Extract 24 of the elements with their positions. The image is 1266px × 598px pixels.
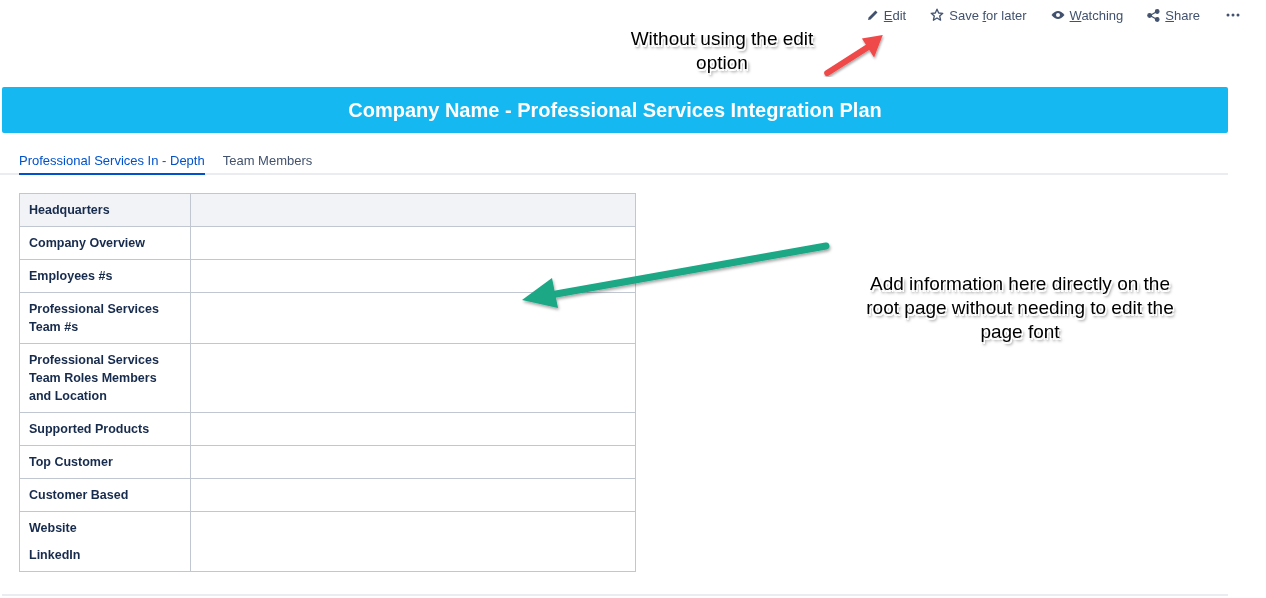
page-title: Company Name - Professional Services Integration Plan [348, 98, 882, 122]
star-icon [930, 8, 945, 22]
toolbar-link[interactable]: Edit [866, 7, 907, 23]
share-icon [1147, 8, 1161, 22]
row-label: Top Customer [29, 454, 114, 471]
toolbar-link[interactable]: Save for later [930, 7, 1027, 23]
row-label: Supported Products [29, 421, 151, 438]
row-label: Company Overview [29, 235, 146, 252]
row-label: Employees #s [29, 268, 114, 285]
callout-text: Add information here directly on the root page without needing to edit the page font [865, 272, 1175, 344]
row-label: Customer Based [29, 487, 130, 504]
row-label: LinkedIn [29, 547, 82, 564]
row-label: Headquarters [29, 202, 111, 219]
tab[interactable]: Team Members [222, 151, 313, 175]
toolbar-link[interactable]: Share [1147, 7, 1200, 23]
toolbar-link[interactable]: Watching [1050, 7, 1124, 23]
row-label: Professional Services Team #s [29, 301, 160, 336]
tab[interactable]: Professional Services In - Depth [19, 151, 205, 175]
eye-icon [1050, 10, 1065, 20]
pencil-icon [866, 9, 879, 21]
more-icon[interactable] [1224, 11, 1242, 19]
row-label: Website [29, 520, 78, 537]
row-label: Professional Services Team Roles Members and Location [29, 352, 160, 405]
callout-text: Without using the edit option [629, 27, 815, 75]
